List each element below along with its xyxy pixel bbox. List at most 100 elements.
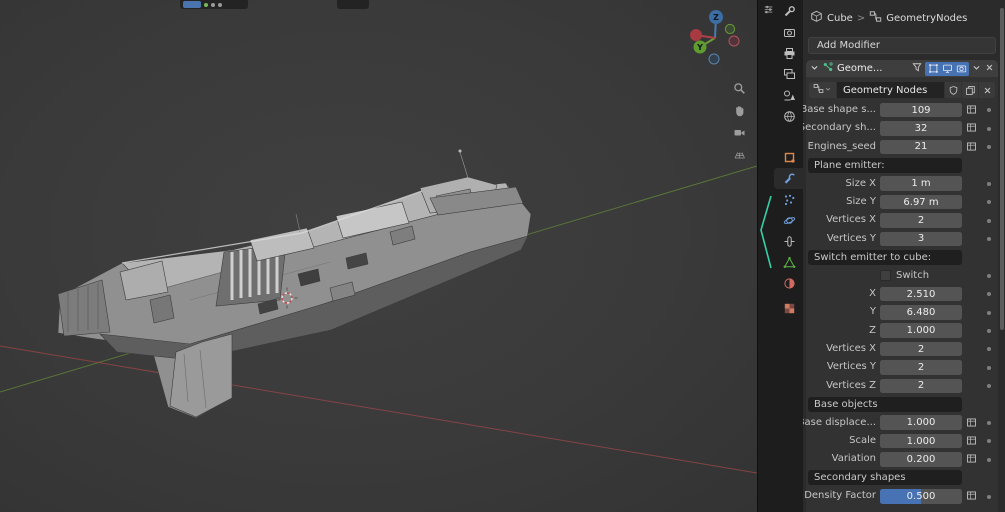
- decorator-dot[interactable]: [987, 457, 991, 462]
- tab-particles[interactable]: [774, 189, 804, 210]
- snap-toggle-fragment[interactable]: [183, 1, 201, 8]
- decorator-dot[interactable]: [987, 310, 991, 315]
- viewport-header-dropdown-fragment[interactable]: [337, 0, 369, 9]
- tab-material[interactable]: [774, 273, 804, 294]
- decorator-dot[interactable]: [987, 329, 991, 334]
- section-label: Base objects: [808, 396, 962, 412]
- decorator-dot[interactable]: [987, 494, 991, 499]
- decorator-dot[interactable]: [987, 218, 991, 223]
- header-dot-icon[interactable]: [211, 2, 215, 7]
- vertex-group-filter-icon[interactable]: [911, 61, 923, 76]
- realtime-display-toggle-icon[interactable]: [940, 62, 954, 76]
- modifier-name[interactable]: Geome...: [836, 63, 909, 74]
- attribute-toggle-icon[interactable]: [966, 122, 978, 134]
- section-row: Plane emitter:: [806, 156, 998, 174]
- scrollbar[interactable]: [1000, 8, 1004, 330]
- decorator-dot[interactable]: [987, 126, 991, 131]
- tab-object[interactable]: [774, 147, 804, 168]
- gizmo-x-axis[interactable]: [690, 29, 702, 41]
- modifier-input-row: Vertices X 2: [806, 340, 998, 358]
- input-label: Vertices Y: [826, 361, 876, 373]
- header-dot-icon[interactable]: [218, 2, 222, 7]
- decorator-dot[interactable]: [987, 273, 991, 278]
- navigation-gizmo[interactable]: Z Y: [689, 8, 743, 66]
- modifier-panel: Geome... Geometry Nodes Base shape s... 1…: [803, 60, 998, 512]
- attribute-toggle-icon[interactable]: [966, 417, 978, 429]
- node-group-name-field[interactable]: Geometry Nodes: [837, 82, 944, 98]
- input-value-field[interactable]: 32: [880, 121, 962, 136]
- input-value-field[interactable]: 2.510: [880, 286, 962, 302]
- decorator-dot[interactable]: [987, 108, 991, 113]
- gizmo-z-negative[interactable]: [708, 53, 720, 65]
- proportional-edit-icon[interactable]: [204, 2, 208, 7]
- decorator-dot[interactable]: [987, 181, 991, 186]
- input-value-field[interactable]: 1.000: [880, 433, 962, 449]
- gizmo-y-label: Y: [696, 43, 703, 52]
- input-value-field[interactable]: 1 m: [880, 176, 962, 191]
- tab-modifiers[interactable]: [774, 168, 804, 189]
- camera-view-icon[interactable]: [729, 122, 749, 142]
- extras-menu-icon[interactable]: [971, 62, 982, 76]
- tab-view-layer[interactable]: [774, 64, 804, 85]
- attribute-toggle-icon[interactable]: [966, 104, 978, 116]
- input-value-field[interactable]: 2: [880, 378, 962, 394]
- ortho-grid-icon[interactable]: [729, 144, 749, 164]
- tab-physics[interactable]: [774, 210, 804, 231]
- input-value-field[interactable]: 6.480: [880, 305, 962, 320]
- attribute-toggle-icon[interactable]: [966, 141, 978, 153]
- decorator-dot[interactable]: [987, 365, 991, 370]
- input-value-field[interactable]: 6.97 m: [880, 194, 962, 210]
- pan-hand-icon[interactable]: [729, 100, 749, 120]
- input-value-field[interactable]: 3: [880, 231, 962, 247]
- tab-tool[interactable]: [774, 1, 804, 22]
- 3d-viewport[interactable]: Z Y: [0, 0, 757, 512]
- modifier-input-row: Vertices X 2: [806, 211, 998, 229]
- input-value-field[interactable]: 0.200: [880, 452, 962, 467]
- browse-node-group-button[interactable]: [809, 82, 836, 98]
- decorator-dot[interactable]: [987, 347, 991, 352]
- input-value-field[interactable]: 109: [880, 102, 962, 118]
- tab-world[interactable]: [774, 106, 804, 127]
- attribute-toggle-icon[interactable]: [966, 453, 978, 465]
- decorator-dot[interactable]: [987, 292, 991, 297]
- decorator-dot[interactable]: [987, 384, 991, 389]
- breadcrumb-node-tree: GeometryNodes: [886, 12, 968, 24]
- decorator-dot[interactable]: [987, 439, 991, 444]
- tab-texture[interactable]: [774, 298, 804, 319]
- tab-scene[interactable]: [774, 85, 804, 106]
- tab-constraints[interactable]: [774, 231, 804, 252]
- expand-chevron-icon[interactable]: [809, 62, 820, 76]
- remove-modifier-icon[interactable]: [984, 62, 995, 76]
- fake-user-shield-icon[interactable]: [945, 82, 961, 98]
- input-value-field[interactable]: 1.000: [880, 415, 962, 431]
- gizmo-y-negative[interactable]: [724, 23, 736, 35]
- viewport-header-fragment[interactable]: [180, 0, 248, 9]
- input-value-field[interactable]: 1.000: [880, 323, 962, 339]
- tab-output[interactable]: [774, 43, 804, 64]
- decorator-dot[interactable]: [987, 237, 991, 242]
- decorator-dot[interactable]: [987, 200, 991, 205]
- duplicate-data-icon[interactable]: [962, 82, 978, 98]
- unlink-icon[interactable]: [979, 82, 995, 98]
- tab-render[interactable]: [774, 22, 804, 43]
- decorator-dot[interactable]: [987, 145, 991, 150]
- zoom-icon[interactable]: [729, 78, 749, 98]
- object-cube-icon: [810, 10, 823, 26]
- switch-checkbox[interactable]: [880, 269, 891, 281]
- input-label: Variation: [831, 453, 876, 465]
- input-value-field[interactable]: 2: [880, 360, 962, 375]
- tab-object-data[interactable]: [774, 252, 804, 273]
- decorator-dot[interactable]: [987, 421, 991, 426]
- render-display-toggle-icon[interactable]: [954, 62, 968, 76]
- add-modifier-button[interactable]: Add Modifier: [808, 37, 996, 54]
- edit-mode-toggle-icon[interactable]: [926, 62, 940, 76]
- input-value-field[interactable]: 0.500: [880, 489, 962, 504]
- gizmo-x-negative[interactable]: [728, 35, 740, 47]
- attribute-toggle-icon[interactable]: [966, 435, 978, 447]
- input-value-field[interactable]: 2: [880, 213, 962, 228]
- input-value-field[interactable]: 21: [880, 139, 962, 155]
- modifier-input-row: Size Y 6.97 m: [806, 193, 998, 211]
- input-value-field[interactable]: 2: [880, 341, 962, 357]
- node-tree-icon: [813, 83, 824, 97]
- attribute-toggle-icon[interactable]: [966, 490, 978, 502]
